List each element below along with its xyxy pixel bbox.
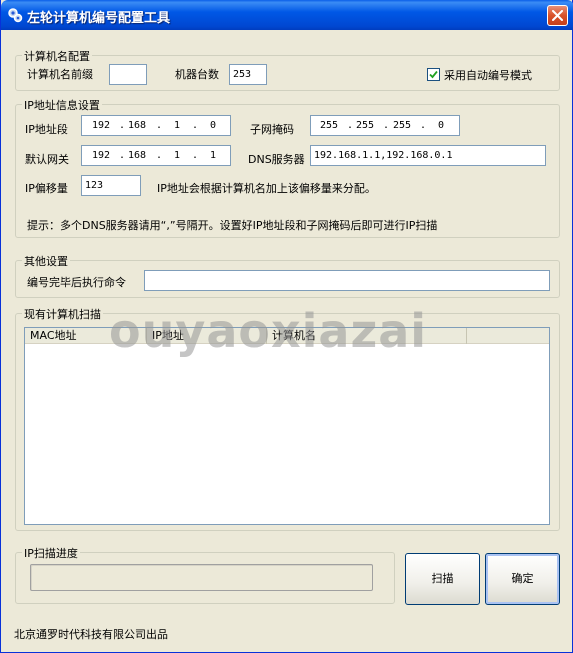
window-title: 左轮计算机编号配置工具 bbox=[27, 11, 171, 26]
mask-label: 子网掩码 bbox=[250, 123, 294, 136]
auto-number-checkbox[interactable] bbox=[427, 68, 440, 81]
computer-name-group-title: 计算机名配置 bbox=[22, 48, 92, 64]
ip-dot: . bbox=[119, 120, 126, 131]
prefix-label: 计算机名前缀 bbox=[27, 68, 93, 81]
subnet-mask-input[interactable]: 255 . 255 . 255 . 0 bbox=[310, 115, 460, 136]
ip-dot: . bbox=[347, 120, 354, 131]
other-settings-group-title: 其他设置 bbox=[22, 253, 70, 269]
ip-dot: . bbox=[383, 120, 390, 131]
progress-group-title: IP扫描进度 bbox=[22, 545, 80, 561]
dns-hint: 提示：多个DNS服务器请用“,”号隔开。设置好IP地址段和子网掩码后即可进行IP… bbox=[27, 219, 438, 232]
ip-segment-octet-1[interactable]: 192 bbox=[92, 116, 110, 135]
ip-segment-label: IP地址段 bbox=[25, 123, 68, 136]
auto-number-label[interactable]: 采用自动编号模式 bbox=[444, 67, 532, 83]
check-icon bbox=[429, 70, 438, 79]
prefix-input[interactable] bbox=[109, 64, 147, 85]
close-button[interactable] bbox=[547, 5, 568, 26]
ip-dot: . bbox=[156, 120, 163, 131]
gateway-octet-1[interactable]: 192 bbox=[92, 146, 110, 165]
ip-dot: . bbox=[119, 150, 126, 161]
mask-octet-4[interactable]: 0 bbox=[438, 116, 444, 135]
ip-dot: . bbox=[192, 150, 199, 161]
gateway-octet-2[interactable]: 168 bbox=[128, 146, 146, 165]
ip-offset-input[interactable]: 123 bbox=[81, 175, 141, 196]
gateway-octet-3[interactable]: 1 bbox=[174, 146, 180, 165]
ip-segment-octet-3[interactable]: 1 bbox=[174, 116, 180, 135]
post-command-label: 编号完毕后执行命令 bbox=[27, 276, 126, 289]
gateway-octet-4[interactable]: 1 bbox=[210, 146, 216, 165]
scan-progress-bar bbox=[30, 564, 373, 591]
ip-dot: . bbox=[420, 120, 427, 131]
main-window: 左轮计算机编号配置工具 计算机名配置 计算机名前缀 机器台数 253 采用自动编… bbox=[0, 0, 573, 653]
ok-button[interactable]: 确定 bbox=[485, 553, 560, 605]
ip-segment-octet-4[interactable]: 0 bbox=[210, 116, 216, 135]
ip-offset-note: IP地址会根据计算机名加上该偏移量来分配。 bbox=[157, 182, 376, 195]
ip-dot: . bbox=[192, 120, 199, 131]
title-bar[interactable]: 左轮计算机编号配置工具 bbox=[1, 0, 573, 30]
gear-app-icon bbox=[8, 8, 23, 23]
dns-input[interactable]: 192.168.1.1,192.168.0.1 bbox=[310, 145, 546, 166]
footer-credit: 北京通罗时代科技有限公司出品 bbox=[14, 628, 168, 641]
mask-octet-3[interactable]: 255 bbox=[393, 116, 411, 135]
ip-offset-label: IP偏移量 bbox=[25, 182, 68, 195]
ip-group-title: IP地址信息设置 bbox=[22, 97, 102, 113]
mask-octet-1[interactable]: 255 bbox=[320, 116, 338, 135]
close-icon bbox=[552, 10, 563, 21]
ip-segment-input[interactable]: 192 . 168 . 1 . 0 bbox=[81, 115, 231, 136]
dns-label: DNS服务器 bbox=[248, 153, 305, 166]
post-command-input[interactable] bbox=[144, 270, 550, 291]
scan-group-title: 现有计算机扫描 bbox=[22, 306, 103, 322]
gateway-label: 默认网关 bbox=[25, 153, 69, 166]
mask-octet-2[interactable]: 255 bbox=[356, 116, 374, 135]
scan-button[interactable]: 扫描 bbox=[405, 553, 480, 605]
ip-dot: . bbox=[156, 150, 163, 161]
count-label: 机器台数 bbox=[175, 68, 219, 81]
ip-segment-octet-2[interactable]: 168 bbox=[128, 116, 146, 135]
gateway-input[interactable]: 192 . 168 . 1 . 1 bbox=[81, 145, 231, 166]
watermark: ouyaoxiazai bbox=[109, 304, 428, 358]
count-input[interactable]: 253 bbox=[229, 64, 267, 85]
